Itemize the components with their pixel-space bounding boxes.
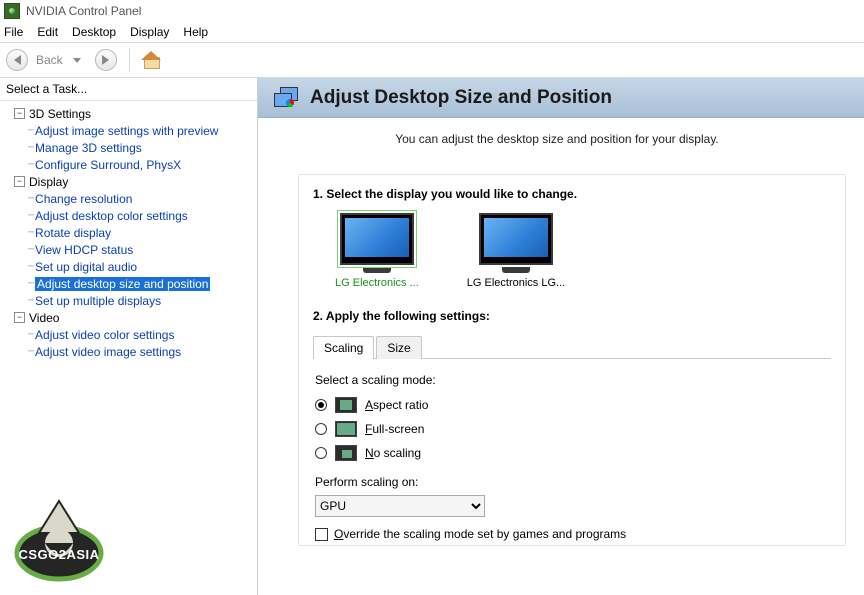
tree-d-4[interactable]: View HDCP status (35, 243, 133, 257)
step2-label: 2. Apply the following settings: (313, 309, 831, 323)
radio-noscaling[interactable] (315, 447, 327, 459)
back-button[interactable] (6, 49, 28, 71)
window-title: NVIDIA Control Panel (26, 4, 141, 18)
watermark-logo: CSGO2ASIA (4, 493, 114, 593)
perform-scaling-label: Perform scaling on: (315, 475, 829, 489)
back-label: Back (36, 53, 63, 67)
tree-d-1[interactable]: Change resolution (35, 192, 132, 206)
scaling-mode-label: Select a scaling mode: (315, 373, 829, 387)
tree-cat-video[interactable]: Video (29, 311, 59, 325)
tab-scaling[interactable]: Scaling (313, 336, 374, 359)
menu-help[interactable]: Help (183, 25, 208, 39)
task-sidebar: Select a Task... − 3D Settings ⋯Adjust i… (0, 78, 258, 595)
tab-size[interactable]: Size (376, 336, 421, 359)
page-heading: Adjust Desktop Size and Position (310, 87, 612, 109)
override-checkbox[interactable] (315, 528, 328, 541)
task-title: Select a Task... (0, 78, 257, 101)
tree-d-6-selected[interactable]: Adjust desktop size and position (35, 277, 210, 291)
home-icon[interactable] (142, 51, 162, 69)
tree-cat-3d[interactable]: 3D Settings (29, 107, 91, 121)
tree-3d-3[interactable]: Configure Surround, PhysX (35, 158, 181, 172)
page-header: Adjust Desktop Size and Position (258, 78, 864, 118)
tree-cat-display[interactable]: Display (29, 175, 68, 189)
mode-full-label: Full-screen (365, 422, 424, 436)
tree-d-7[interactable]: Set up multiple displays (35, 294, 161, 308)
tree-v-2[interactable]: Adjust video image settings (35, 345, 181, 359)
expander-3d[interactable]: − (14, 108, 25, 119)
mode-aspect-label: Aspect ratio (365, 398, 428, 412)
display-1[interactable]: LG Electronics ... (335, 213, 419, 289)
toolbar-separator (129, 48, 130, 72)
mode-none-label: No scaling (365, 446, 421, 460)
nvidia-app-icon (4, 3, 20, 19)
radio-fullscreen[interactable] (315, 423, 327, 435)
monitor-icon (340, 213, 414, 265)
display-1-label: LG Electronics ... (335, 277, 419, 289)
fullscreen-icon (335, 421, 357, 437)
menu-bar: File Edit Desktop Display Help (0, 22, 864, 42)
tree-3d-2[interactable]: Manage 3D settings (35, 141, 142, 155)
expander-video[interactable]: − (14, 312, 25, 323)
tree-v-1[interactable]: Adjust video color settings (35, 328, 174, 342)
intro-text: You can adjust the desktop size and posi… (268, 132, 846, 146)
expander-display[interactable]: − (14, 176, 25, 187)
arrow-right-icon (102, 55, 109, 65)
display-2-label: LG Electronics LG... (467, 277, 565, 289)
tree-d-3[interactable]: Rotate display (35, 226, 111, 240)
forward-button[interactable] (95, 49, 117, 71)
content-pane: Adjust Desktop Size and Position You can… (258, 78, 864, 595)
arrow-left-icon (14, 55, 21, 65)
perform-scaling-select[interactable]: GPU (315, 495, 485, 517)
display-2[interactable]: LG Electronics LG... (467, 213, 565, 289)
noscaling-icon (335, 445, 357, 461)
history-dropdown[interactable] (73, 58, 81, 63)
radio-aspect[interactable] (315, 399, 327, 411)
step1-label: 1. Select the display you would like to … (313, 187, 831, 201)
menu-display[interactable]: Display (130, 25, 169, 39)
tree-d-5[interactable]: Set up digital audio (35, 260, 137, 274)
svg-text:CSGO2ASIA: CSGO2ASIA (18, 547, 99, 562)
settings-panel: 1. Select the display you would like to … (298, 174, 846, 546)
menu-file[interactable]: File (4, 25, 23, 39)
toolbar: Back (0, 42, 864, 78)
tree-3d-1[interactable]: Adjust image settings with preview (35, 124, 218, 138)
monitor-icon (479, 213, 553, 265)
header-displays-icon (274, 87, 300, 109)
menu-desktop[interactable]: Desktop (72, 25, 116, 39)
aspect-ratio-icon (335, 397, 357, 413)
menu-edit[interactable]: Edit (37, 25, 58, 39)
override-label: Override the scaling mode set by games a… (334, 527, 626, 541)
tree-d-2[interactable]: Adjust desktop color settings (35, 209, 188, 223)
